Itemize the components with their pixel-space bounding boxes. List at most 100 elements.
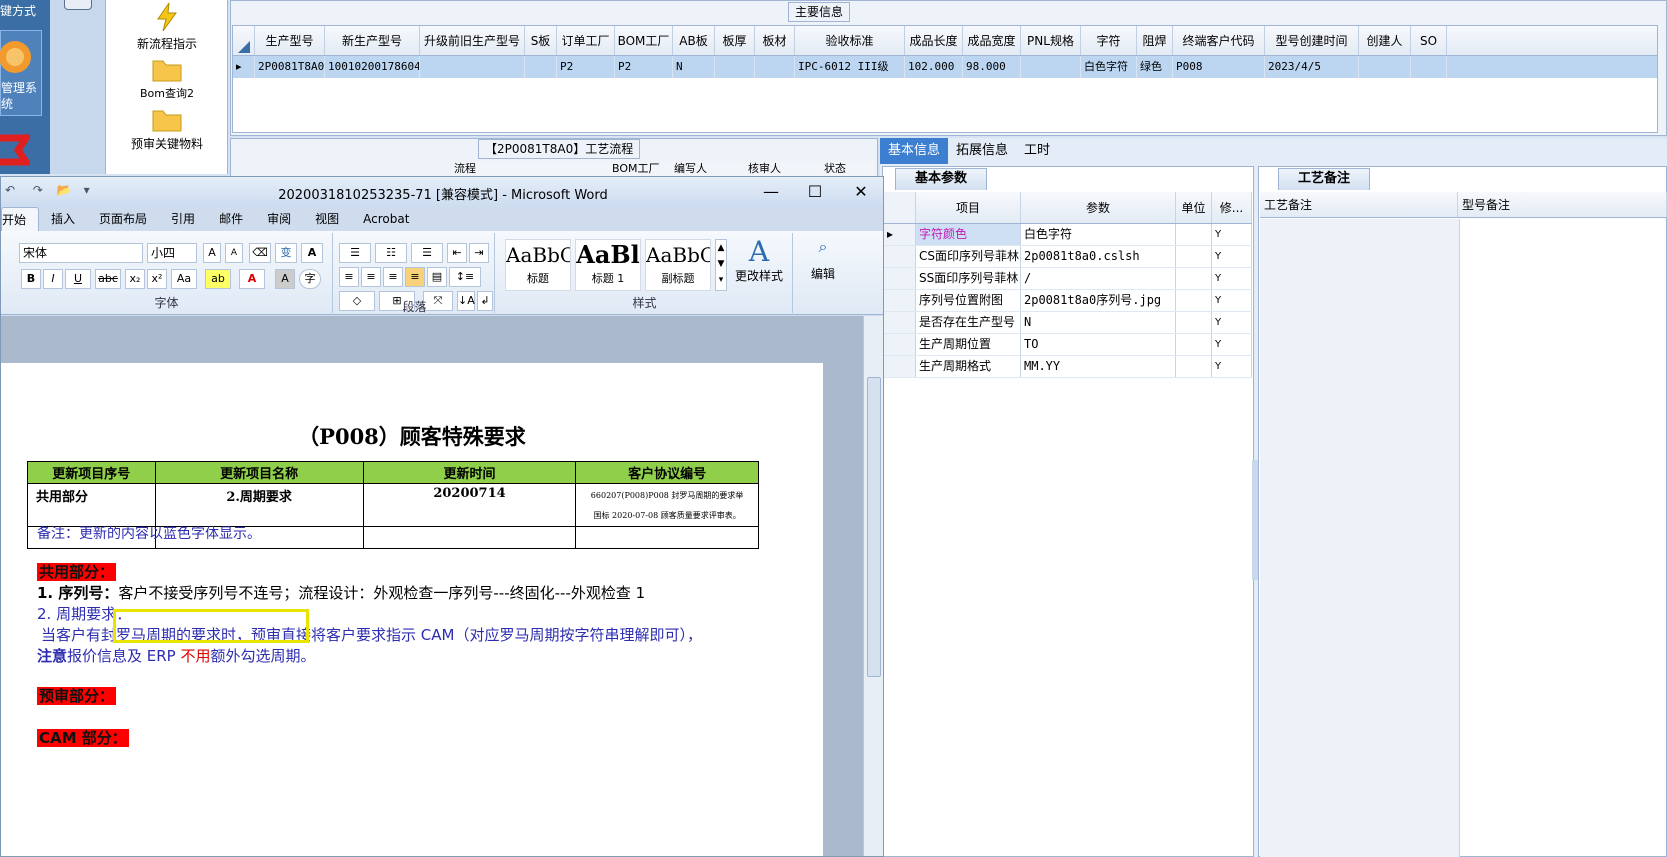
table-cell[interactable]: CS面印序列号菲林: [916, 246, 1021, 267]
column-header[interactable]: 字符: [1081, 26, 1137, 55]
table-cell[interactable]: Y: [1212, 334, 1252, 355]
table-cell[interactable]: 字符颜色: [916, 224, 1021, 245]
column-header[interactable]: 创建人: [1359, 26, 1411, 55]
tab-extended-info[interactable]: 拓展信息: [948, 138, 1016, 164]
underline-button[interactable]: U: [65, 269, 91, 289]
column-header[interactable]: S板: [525, 26, 557, 55]
table-row[interactable]: 序列号位置附图 2p0081t8a0序列号.jpg Y: [884, 290, 1252, 312]
strike-button[interactable]: abc: [95, 269, 121, 289]
clear-format-icon[interactable]: ⌫: [249, 243, 271, 263]
column-header[interactable]: 验收标准: [795, 26, 905, 55]
align-right-icon[interactable]: ≡: [383, 267, 403, 287]
table-cell[interactable]: P2: [615, 56, 673, 78]
table-row[interactable]: ▸ 字符颜色 白色字符 Y: [884, 224, 1252, 246]
table-cell[interactable]: N: [673, 56, 715, 78]
column-header[interactable]: 成品长度: [905, 26, 963, 55]
desktop-icon-material[interactable]: 预审关键物料: [106, 106, 228, 152]
enclose-char-icon[interactable]: 字: [299, 269, 321, 289]
table-cell[interactable]: [755, 56, 795, 78]
desktop-selected-icon[interactable]: 管理系 统: [0, 30, 42, 116]
table-cell[interactable]: TO: [1021, 334, 1176, 355]
table-cell[interactable]: [420, 56, 525, 78]
table-cell[interactable]: 2p0081t8a0序列号.jpg: [1021, 290, 1176, 311]
craft-notes-column[interactable]: [1260, 219, 1460, 857]
char-border-icon[interactable]: A: [301, 243, 323, 263]
table-cell[interactable]: 序列号位置附图: [916, 290, 1021, 311]
column-header[interactable]: 终端客户代码: [1173, 26, 1265, 55]
font-name-select[interactable]: 宋体: [19, 243, 143, 263]
table-cell[interactable]: 是否存在生产型号: [916, 312, 1021, 333]
style-title[interactable]: AaBbC 标题: [505, 239, 571, 291]
char-shading-icon[interactable]: A: [275, 269, 295, 289]
phonetic-icon[interactable]: 变: [275, 243, 297, 263]
edit-button[interactable]: ⌕ 编辑: [803, 237, 843, 282]
table-row[interactable]: 生产周期位置 TO Y: [884, 334, 1252, 356]
desktop-icon-new-flow[interactable]: 新流程指示: [106, 2, 228, 52]
table-cell[interactable]: P008: [1173, 56, 1265, 78]
table-cell[interactable]: [1176, 334, 1212, 355]
font-color-icon[interactable]: A: [239, 269, 265, 289]
tab-work-hours[interactable]: 工时: [1016, 138, 1058, 164]
table-cell[interactable]: 绿色: [1137, 56, 1173, 78]
table-cell[interactable]: [1176, 290, 1212, 311]
app-logo-icon[interactable]: [0, 130, 30, 170]
column-header[interactable]: 板厚: [715, 26, 755, 55]
table-cell[interactable]: MM.YY: [1021, 356, 1176, 377]
table-cell[interactable]: [1021, 56, 1081, 78]
table-row[interactable]: SS面印序列号菲林 / Y: [884, 268, 1252, 290]
bold-button[interactable]: B: [21, 269, 41, 289]
increase-indent-icon[interactable]: ⇥: [469, 243, 489, 263]
table-cell[interactable]: N: [1021, 312, 1176, 333]
table-cell[interactable]: 102.000: [905, 56, 963, 78]
align-left-icon[interactable]: ≡: [339, 267, 359, 287]
table-cell[interactable]: 98.000: [963, 56, 1021, 78]
table-cell[interactable]: Y: [1212, 246, 1252, 267]
subscript-button[interactable]: x₂: [125, 269, 145, 289]
table-cell[interactable]: P2: [557, 56, 615, 78]
table-row[interactable]: ▸ 2P0081T8A0 10010200178604 P2 P2 N IPC-6012 I…: [233, 56, 1657, 78]
italic-button[interactable]: I: [43, 269, 63, 289]
table-row[interactable]: 是否存在生产型号 N Y: [884, 312, 1252, 334]
desktop-icon-bom-query[interactable]: Bom查询2: [106, 56, 228, 101]
distribute-icon[interactable]: ▤: [427, 267, 447, 287]
maximize-button[interactable]: ☐: [797, 179, 833, 205]
scroll-thumb[interactable]: [867, 377, 881, 677]
column-header[interactable]: 型号创建时间: [1265, 26, 1359, 55]
table-cell[interactable]: Y: [1212, 224, 1252, 245]
tab-references[interactable]: 引用: [159, 207, 207, 231]
column-header[interactable]: 订单工厂: [557, 26, 615, 55]
close-button[interactable]: ✕: [843, 179, 879, 205]
table-cell[interactable]: SS面印序列号菲林: [916, 268, 1021, 289]
table-cell[interactable]: 生产周期格式: [916, 356, 1021, 377]
table-cell[interactable]: 白色字符: [1081, 56, 1137, 78]
grow-font-icon[interactable]: A: [203, 243, 221, 263]
column-header[interactable]: 阻焊: [1137, 26, 1173, 55]
change-case-button[interactable]: Aa: [171, 269, 197, 289]
table-cell[interactable]: Y: [1212, 312, 1252, 333]
multilevel-list-icon[interactable]: ☰: [411, 243, 443, 263]
table-cell[interactable]: [1176, 224, 1212, 245]
tab-acrobat[interactable]: Acrobat: [351, 207, 421, 231]
tab-insert[interactable]: 插入: [39, 207, 87, 231]
align-center-icon[interactable]: ≡: [361, 267, 381, 287]
table-cell[interactable]: IPC-6012 III级: [795, 56, 905, 78]
column-header[interactable]: 生产型号: [255, 26, 325, 55]
table-cell[interactable]: Y: [1212, 268, 1252, 289]
superscript-button[interactable]: x²: [147, 269, 167, 289]
highlight-icon[interactable]: ab: [205, 269, 231, 289]
table-cell[interactable]: 白色字符: [1021, 224, 1176, 245]
tab-view[interactable]: 视图: [303, 207, 351, 231]
tab-home[interactable]: 开始: [1, 207, 40, 231]
column-header[interactable]: 升级前旧生产型号: [420, 26, 525, 55]
table-cell[interactable]: /: [1021, 268, 1176, 289]
tab-mailings[interactable]: 邮件: [207, 207, 255, 231]
column-header[interactable]: AB板: [673, 26, 715, 55]
tray-icon[interactable]: [64, 0, 92, 10]
shrink-font-icon[interactable]: A: [225, 243, 243, 263]
tab-layout[interactable]: 页面布局: [87, 207, 159, 231]
table-cell[interactable]: 10010200178604: [325, 56, 420, 78]
tab-craft-notes[interactable]: 工艺备注: [1278, 168, 1370, 190]
number-list-icon[interactable]: ☷: [375, 243, 407, 263]
table-cell[interactable]: 2p0081t8a0.cslsh: [1021, 246, 1176, 267]
column-header[interactable]: 板材: [755, 26, 795, 55]
